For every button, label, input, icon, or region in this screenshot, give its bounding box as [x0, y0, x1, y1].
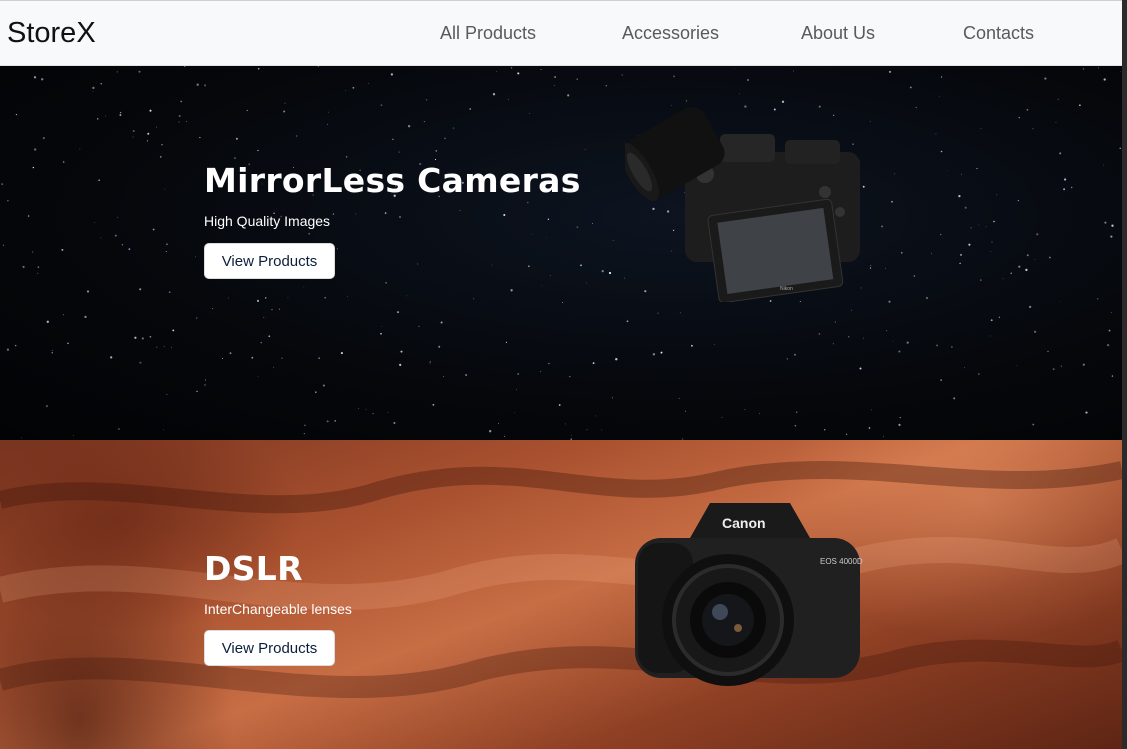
nav-about-us[interactable]: About Us: [801, 23, 875, 44]
hero-title: DSLR: [204, 549, 303, 588]
hero-mirrorless: Nikon MirrorLess Cameras High Quality Im…: [0, 66, 1122, 440]
nav-all-products[interactable]: All Products: [440, 23, 536, 44]
view-products-button[interactable]: View Products: [204, 630, 335, 666]
dslr-camera-image: Canon EOS 4000D: [635, 503, 863, 686]
hero-subtitle: InterChangeable lenses: [204, 601, 352, 617]
window-edge: [1122, 0, 1127, 749]
nikon-logo: Nikon: [780, 286, 793, 292]
nav-accessories[interactable]: Accessories: [622, 23, 719, 44]
hero-subtitle: High Quality Images: [204, 213, 331, 229]
canon-logo: Canon: [722, 515, 766, 531]
top-navbar: StoreX All Products Accessories About Us…: [0, 0, 1122, 66]
camera-model-label: EOS 4000D: [820, 557, 863, 566]
view-products-button[interactable]: View Products: [204, 243, 335, 279]
nav-contacts[interactable]: Contacts: [963, 23, 1034, 44]
hero-dslr: Canon EOS 4000D DSLR InterChangeable len…: [0, 440, 1122, 749]
canyon-background: [0, 461, 1122, 699]
mirrorless-camera-image: Nikon: [625, 106, 860, 302]
hero-title: MirrorLess Cameras: [204, 161, 581, 200]
starfield-background: [1, 66, 1121, 440]
brand-logo[interactable]: StoreX: [7, 17, 96, 50]
